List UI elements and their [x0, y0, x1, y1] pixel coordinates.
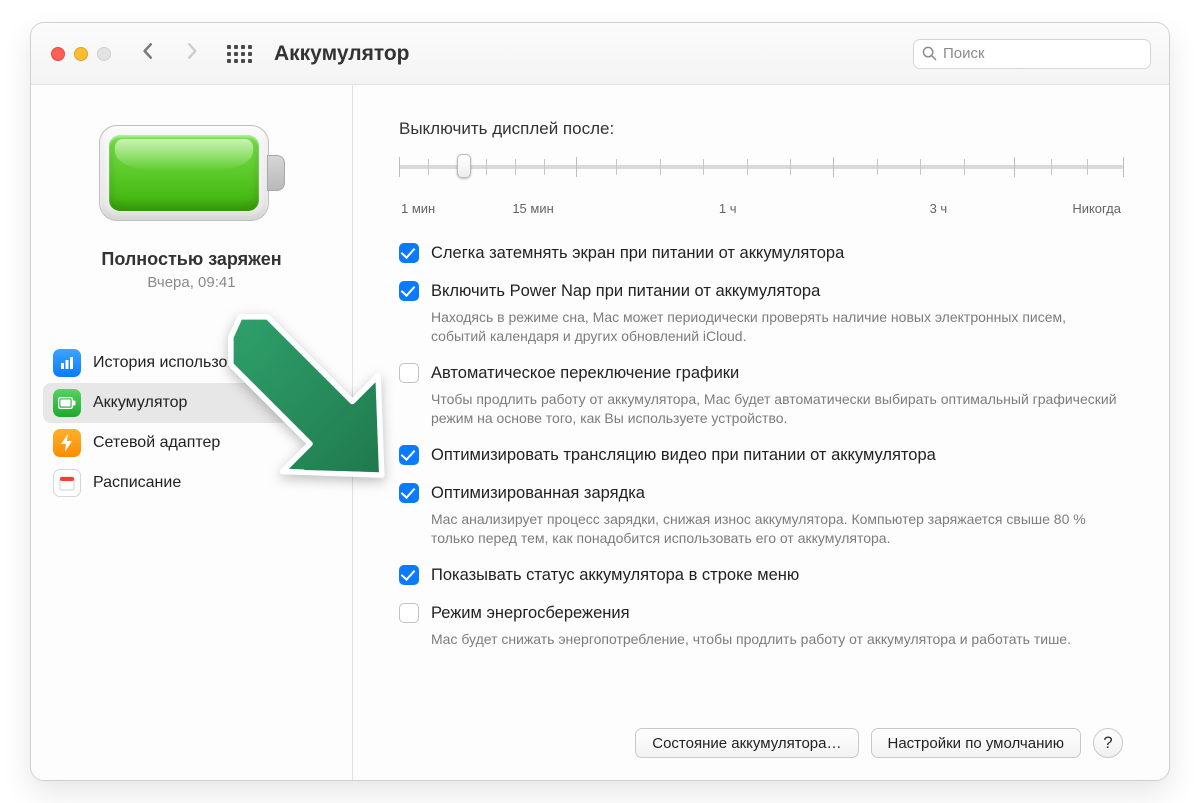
- battery-hero-icon: [99, 125, 285, 221]
- forward-button: [183, 42, 201, 65]
- search-placeholder: Поиск: [943, 45, 985, 62]
- option-label: Оптимизировать трансляцию видео при пита…: [431, 444, 936, 466]
- option-row-1: Включить Power Nap при питании от аккуму…: [399, 280, 1123, 302]
- option-description: Mac анализирует процесс зарядки, снижая …: [431, 510, 1123, 548]
- preferences-window: Аккумулятор Поиск Полностью заряжен Вчер…: [30, 22, 1170, 781]
- window-controls: [51, 47, 111, 61]
- option-label: Оптимизированная зарядка: [431, 482, 645, 504]
- window-title: Аккумулятор: [274, 42, 410, 66]
- bolt-icon: [53, 429, 81, 457]
- bar-chart-icon: [53, 349, 81, 377]
- calendar-icon: [53, 469, 81, 497]
- checkbox[interactable]: [399, 603, 419, 623]
- sidebar-item-usage-history[interactable]: История использования: [43, 343, 340, 383]
- option-label: Показывать статус аккумулятора в строке …: [431, 564, 799, 586]
- checkbox[interactable]: [399, 363, 419, 383]
- checkbox[interactable]: [399, 243, 419, 263]
- sidebar-item-schedule[interactable]: Расписание: [43, 463, 340, 503]
- sidebar-item-power-adapter[interactable]: Сетевой адаптер: [43, 423, 340, 463]
- battery-icon: [53, 389, 81, 417]
- scale-3h: 3 ч: [930, 201, 948, 216]
- zoom-window-button: [97, 47, 111, 61]
- checkbox[interactable]: [399, 445, 419, 465]
- main-panel: Выключить дисплей после: 1 мин 15 мин 1 …: [353, 85, 1169, 780]
- checkbox[interactable]: [399, 281, 419, 301]
- close-window-button[interactable]: [51, 47, 65, 61]
- search-input[interactable]: Поиск: [913, 39, 1151, 69]
- toolbar: Аккумулятор Поиск: [31, 23, 1169, 85]
- checkbox[interactable]: [399, 483, 419, 503]
- option-label: Автоматическое переключение графики: [431, 362, 739, 384]
- option-description: Чтобы продлить работу от аккумулятора, M…: [431, 390, 1123, 428]
- option-row-0: Слегка затемнять экран при питании от ак…: [399, 242, 1123, 264]
- sidebar-item-battery[interactable]: Аккумулятор: [43, 383, 340, 423]
- display-sleep-label: Выключить дисплей после:: [399, 119, 1123, 139]
- option-row-4: Оптимизированная зарядка: [399, 482, 1123, 504]
- option-label: Режим энергосбережения: [431, 602, 630, 624]
- battery-status: Полностью заряжен Вчера, 09:41: [101, 249, 281, 291]
- option-row-2: Автоматическое переключение графики: [399, 362, 1123, 384]
- show-all-button[interactable]: [227, 45, 252, 63]
- scale-1h: 1 ч: [719, 201, 737, 216]
- slider-scale: 1 мин 15 мин 1 ч 3 ч Никогда: [399, 201, 1123, 216]
- display-sleep-slider[interactable]: [399, 149, 1123, 195]
- scale-never: Никогда: [1072, 201, 1121, 216]
- help-button[interactable]: ?: [1093, 728, 1123, 758]
- sidebar-item-label: Расписание: [93, 474, 181, 492]
- sidebar-item-label: История использования: [93, 354, 271, 372]
- option-label: Включить Power Nap при питании от аккуму…: [431, 280, 820, 302]
- option-description: Mac будет снижать энергопотребление, что…: [431, 630, 1123, 649]
- checkbox[interactable]: [399, 565, 419, 585]
- option-row-5: Показывать статус аккумулятора в строке …: [399, 564, 1123, 586]
- search-icon: [922, 46, 937, 61]
- battery-status-time: Вчера, 09:41: [101, 274, 281, 291]
- sidebar: Полностью заряжен Вчера, 09:41 История и…: [31, 85, 353, 780]
- scale-1min: 1 мин: [401, 201, 435, 216]
- minimize-window-button[interactable]: [74, 47, 88, 61]
- footer-buttons: Состояние аккумулятора… Настройки по умо…: [635, 728, 1123, 758]
- sidebar-item-label: Аккумулятор: [93, 394, 187, 412]
- battery-status-title: Полностью заряжен: [101, 249, 281, 270]
- option-description: Находясь в режиме сна, Mac может периоди…: [431, 308, 1123, 346]
- nav-buttons: [139, 42, 201, 65]
- sidebar-item-label: Сетевой адаптер: [93, 434, 220, 452]
- option-row-3: Оптимизировать трансляцию видео при пита…: [399, 444, 1123, 466]
- restore-defaults-button[interactable]: Настройки по умолчанию: [871, 728, 1082, 758]
- scale-15min: 15 мин: [512, 201, 553, 216]
- option-label: Слегка затемнять экран при питании от ак…: [431, 242, 844, 264]
- option-row-6: Режим энергосбережения: [399, 602, 1123, 624]
- battery-health-button[interactable]: Состояние аккумулятора…: [635, 728, 858, 758]
- back-button[interactable]: [139, 42, 157, 65]
